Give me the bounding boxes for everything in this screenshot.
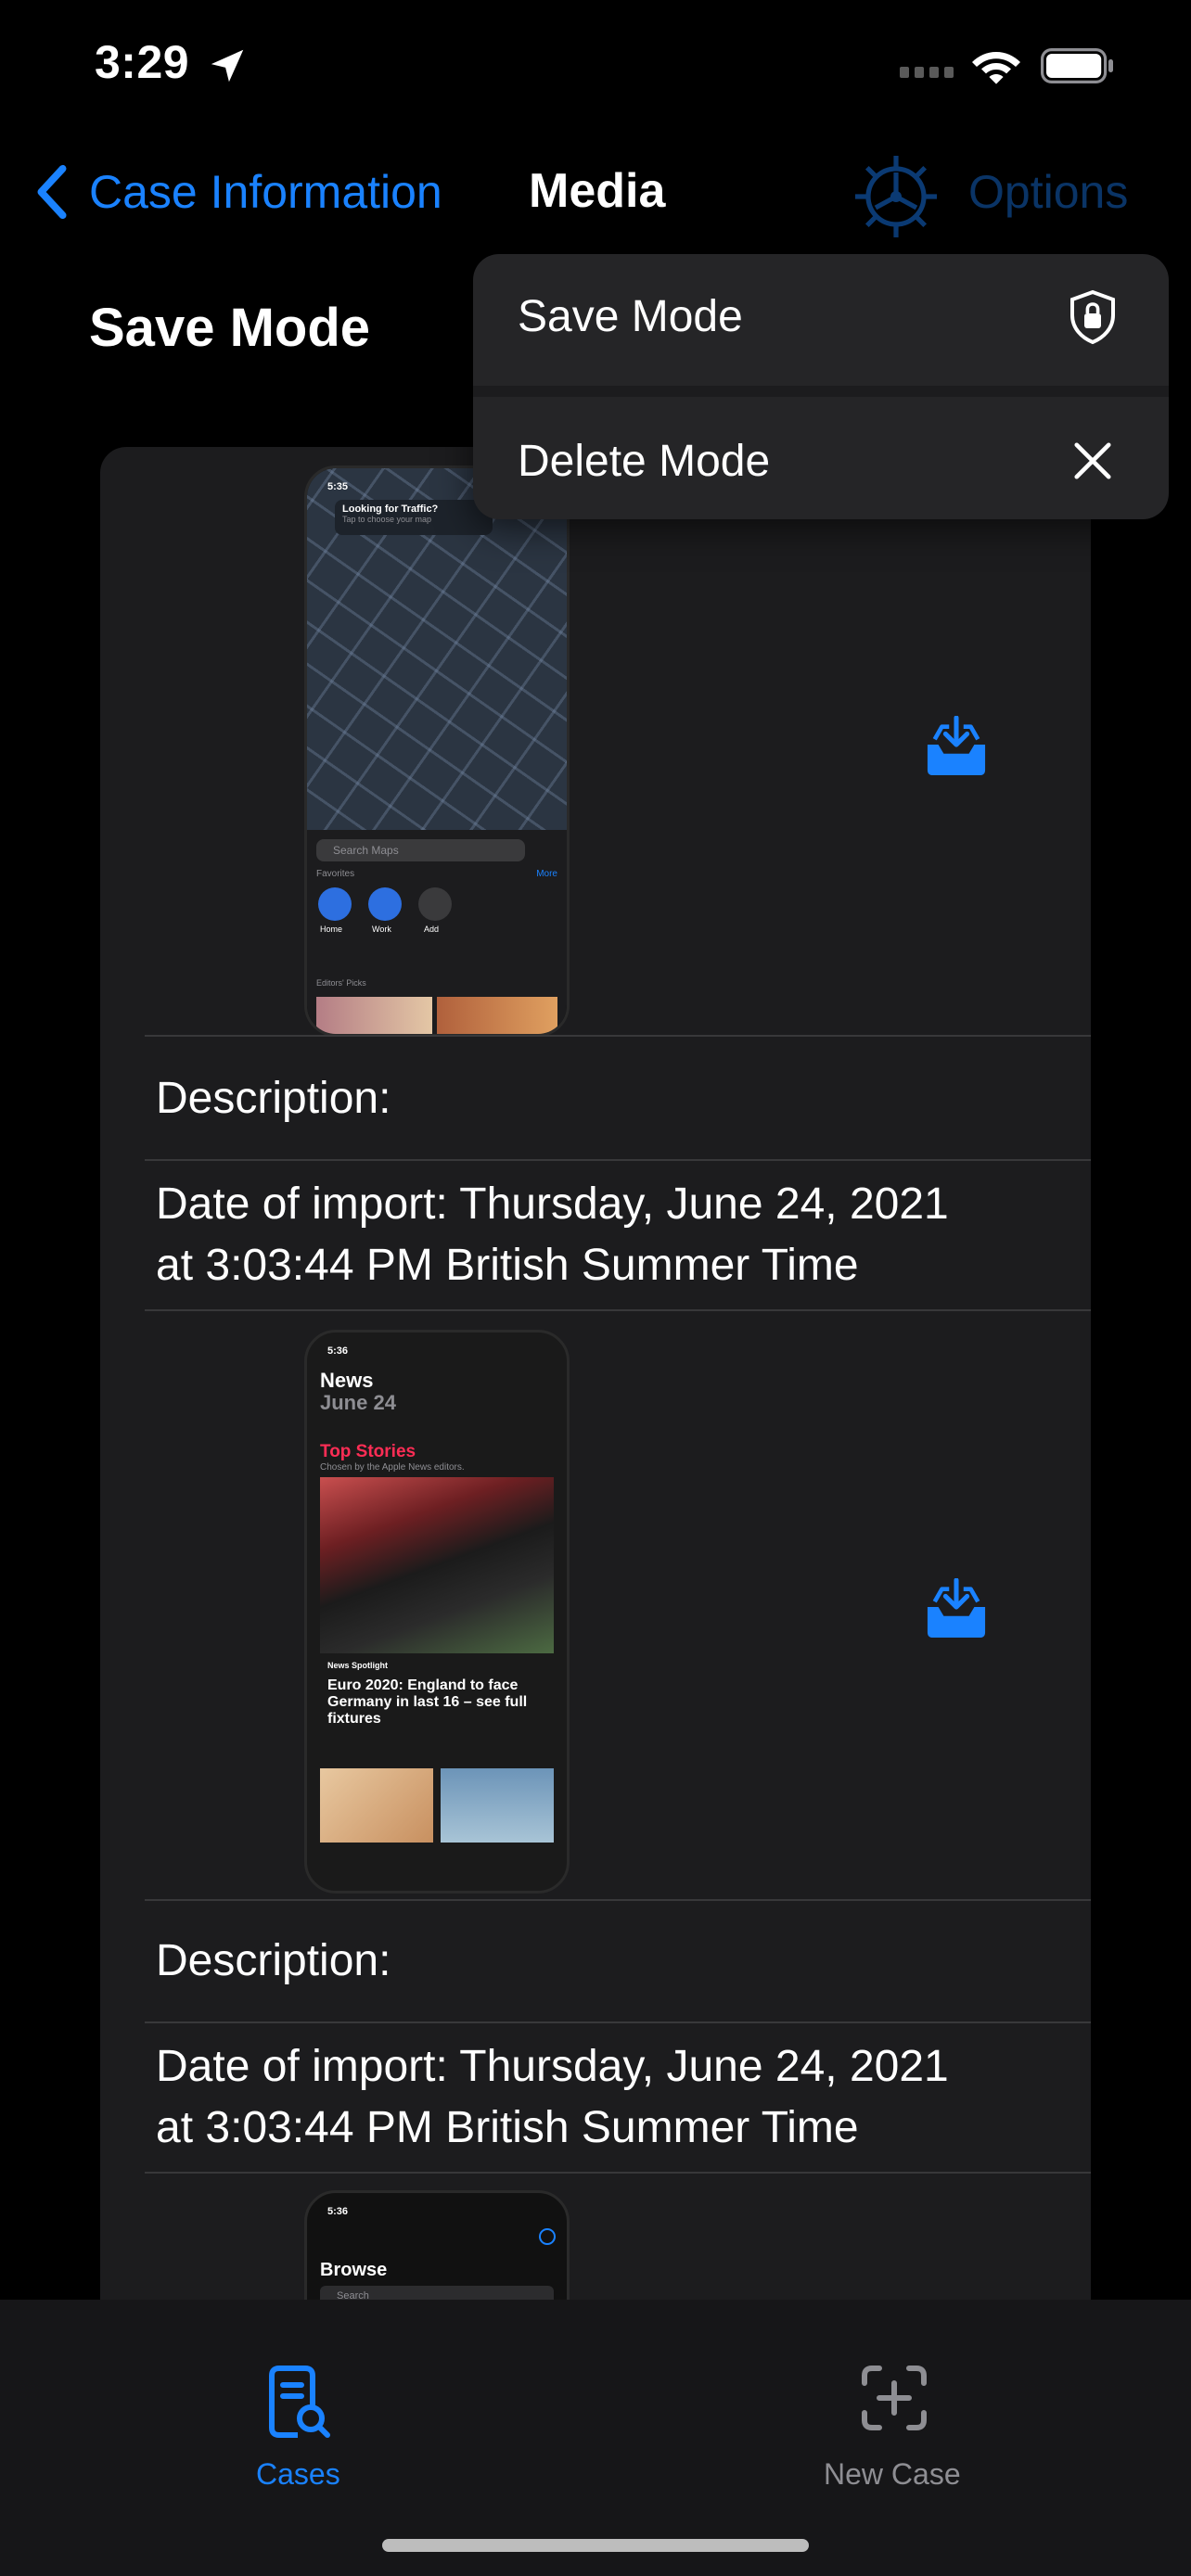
back-chevron-icon[interactable] xyxy=(33,163,70,221)
media-thumbnail[interactable]: 5:36 News June 24 Top Stories Chosen by … xyxy=(304,1330,570,1894)
thumbnail-time: 5:35 xyxy=(327,481,349,492)
menu-item-save-mode[interactable]: Save Mode xyxy=(473,254,1169,386)
tab-new-case[interactable]: New Case xyxy=(798,2300,1002,2491)
work-fav-icon xyxy=(368,887,402,921)
home-fav-icon xyxy=(318,887,352,921)
wifi-icon xyxy=(972,52,1020,84)
divider xyxy=(145,1159,1091,1161)
menu-item-label: Delete Mode xyxy=(518,437,771,486)
fav-home-label: Home xyxy=(320,925,343,934)
thumbnail-search: Search Maps xyxy=(316,839,525,861)
media-list: 5:35 Looking for Traffic? Tap to choose … xyxy=(100,447,1091,2302)
menu-divider xyxy=(473,386,1169,397)
save-to-device-icon[interactable] xyxy=(924,716,989,777)
fav-work-label: Work xyxy=(372,925,391,934)
editors-picks-label: Editors' Picks xyxy=(316,978,366,988)
description-label: Description: xyxy=(156,1074,391,1123)
maps-sheet: Search Maps Favorites More Home Work Add… xyxy=(307,830,567,1034)
options-menu: Save Mode Delete Mode xyxy=(473,254,1169,519)
case-search-icon xyxy=(269,2366,330,2438)
divider xyxy=(145,1899,1091,1901)
back-button[interactable]: Case Information xyxy=(89,165,442,219)
thumbnail-time: 5:36 xyxy=(327,1345,349,1357)
banner-subtitle: Tap to choose your map xyxy=(342,515,432,524)
news-header: News June 24 xyxy=(320,1370,396,1414)
options-button[interactable]: Options xyxy=(968,165,1128,219)
battery-icon xyxy=(1041,48,1113,83)
location-arrow-icon xyxy=(211,49,244,83)
top-stories-subtitle: Chosen by the Apple News editors. xyxy=(320,1462,465,1473)
status-time: 3:29 xyxy=(95,36,190,88)
divider xyxy=(145,1035,1091,1037)
media-thumbnail[interactable]: 5:35 Looking for Traffic? Tap to choose … xyxy=(304,465,570,1037)
news-image xyxy=(320,1768,433,1843)
tab-bar: Cases New Case xyxy=(0,2300,1191,2576)
mode-title: Save Mode xyxy=(89,298,370,358)
tab-label: New Case xyxy=(824,2457,961,2491)
import-date-line2: at 3:03:44 PM British Summer Time xyxy=(156,1241,859,1290)
page-title: Media xyxy=(529,164,666,218)
lock-shield-icon xyxy=(1070,289,1115,345)
browse-title: Browse xyxy=(320,2260,388,2280)
import-date-line1: Date of import: Thursday, June 24, 2021 xyxy=(156,2042,949,2091)
thumbnail-banner: Looking for Traffic? Tap to choose your … xyxy=(335,500,493,535)
divider xyxy=(145,1309,1091,1311)
divider xyxy=(145,2021,1091,2023)
menu-item-delete-mode[interactable]: Delete Mode xyxy=(473,397,1169,519)
editors-pick-image xyxy=(437,997,557,1034)
import-date-line1: Date of import: Thursday, June 24, 2021 xyxy=(156,1180,949,1229)
add-case-icon xyxy=(862,2366,927,2430)
news-headline: Euro 2020: England to face Germany in la… xyxy=(327,1677,528,1727)
editors-pick-image xyxy=(316,997,432,1034)
menu-item-label: Save Mode xyxy=(518,292,743,341)
divider xyxy=(145,2172,1091,2174)
add-fav-icon xyxy=(418,887,452,921)
tab-label: Cases xyxy=(256,2457,340,2491)
close-icon xyxy=(1074,442,1111,479)
more-circle-icon xyxy=(539,2228,556,2245)
description-label: Description: xyxy=(156,1936,391,1985)
news-image xyxy=(441,1768,554,1843)
more-label: More xyxy=(536,869,557,879)
news-photo xyxy=(320,1477,554,1653)
media-thumbnail[interactable]: 5:36 Browse Search xyxy=(304,2190,570,2302)
tab-cases[interactable]: Cases xyxy=(204,2300,390,2491)
news-date: June 24 xyxy=(320,1391,396,1414)
thumbnail-time: 5:36 xyxy=(327,2206,349,2217)
banner-title: Looking for Traffic? xyxy=(342,504,439,515)
gear-icon[interactable] xyxy=(852,152,941,241)
import-date-line2: at 3:03:44 PM British Summer Time xyxy=(156,2103,859,2152)
top-stories-label: Top Stories xyxy=(320,1442,416,1461)
home-indicator[interactable] xyxy=(382,2539,809,2552)
save-to-device-icon[interactable] xyxy=(924,1578,989,1639)
fav-add-label: Add xyxy=(424,925,440,934)
cellular-signal-icon xyxy=(900,65,959,78)
favorites-label: Favorites xyxy=(316,869,355,879)
news-app-title: News xyxy=(320,1369,374,1392)
news-spotlight-label: News Spotlight xyxy=(327,1661,388,1670)
